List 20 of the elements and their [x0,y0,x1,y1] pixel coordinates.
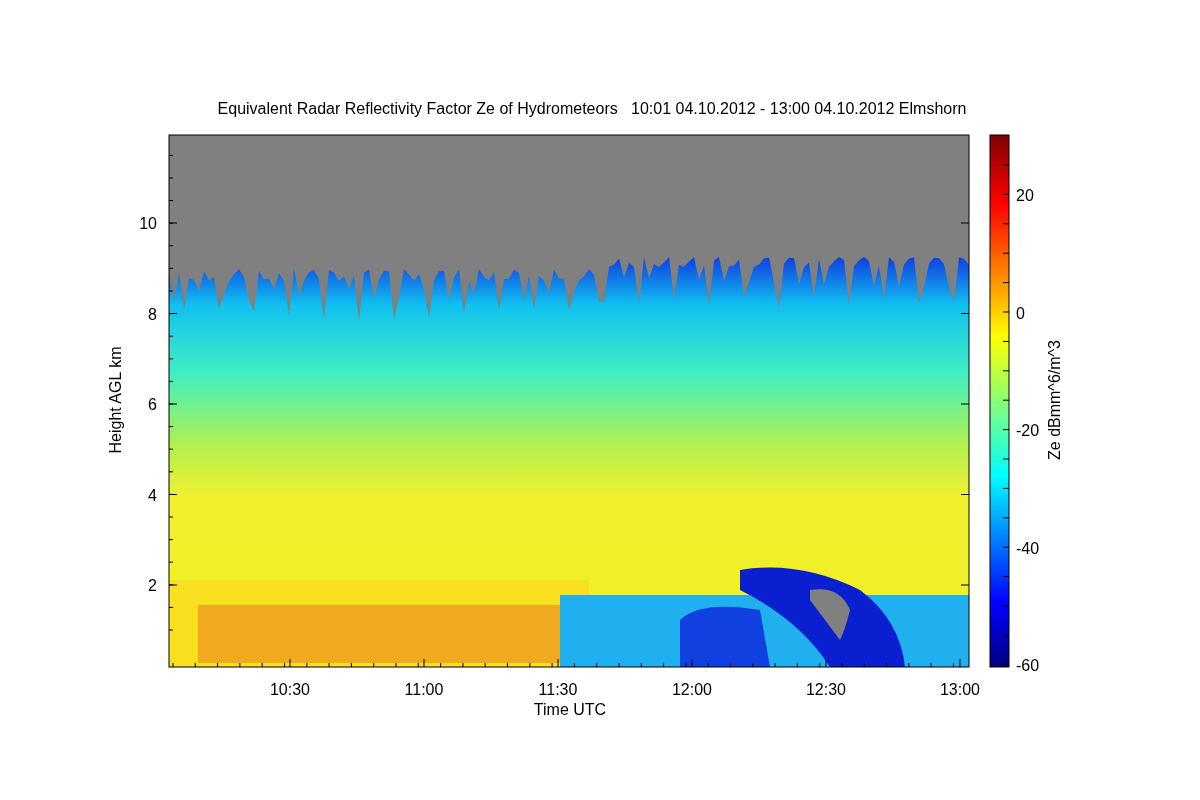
colorbar-tick-label: -40 [1016,539,1040,557]
colorbar-label: Ze dBmm^6/m^3 [1046,340,1063,460]
y-tick-label: 4 [148,486,157,504]
colorbar-tick-label: 0 [1016,304,1025,322]
colorbar-tick-label: -60 [1016,657,1040,674]
x-tick-label: 13:00 [940,681,980,698]
y-tick-label: 2 [148,577,157,594]
x-tick-label: 11:30 [538,681,578,698]
y-tick-label: 8 [148,305,157,323]
colorbar-tick-label: -20 [1016,422,1040,439]
colorbar-tick-label: 20 [1016,187,1034,204]
x-axis-label: Time UTC [533,701,607,718]
y-tick-label: 6 [148,396,157,413]
y-tick-label: 10 [139,215,157,232]
y-axis-label: Height AGL km [107,346,124,454]
x-tick-label: 11:00 [404,681,444,698]
x-tick-label: 10:30 [270,681,310,698]
chart-title: Equivalent Radar Reflectivity Factor Ze of Hydrometeors 10:01 04.10.2012 - 13:00 04.10.2012 Elmshorn [217,100,967,117]
x-tick-label: 12:30 [806,681,846,698]
x-tick-label: 12:00 [672,681,712,698]
